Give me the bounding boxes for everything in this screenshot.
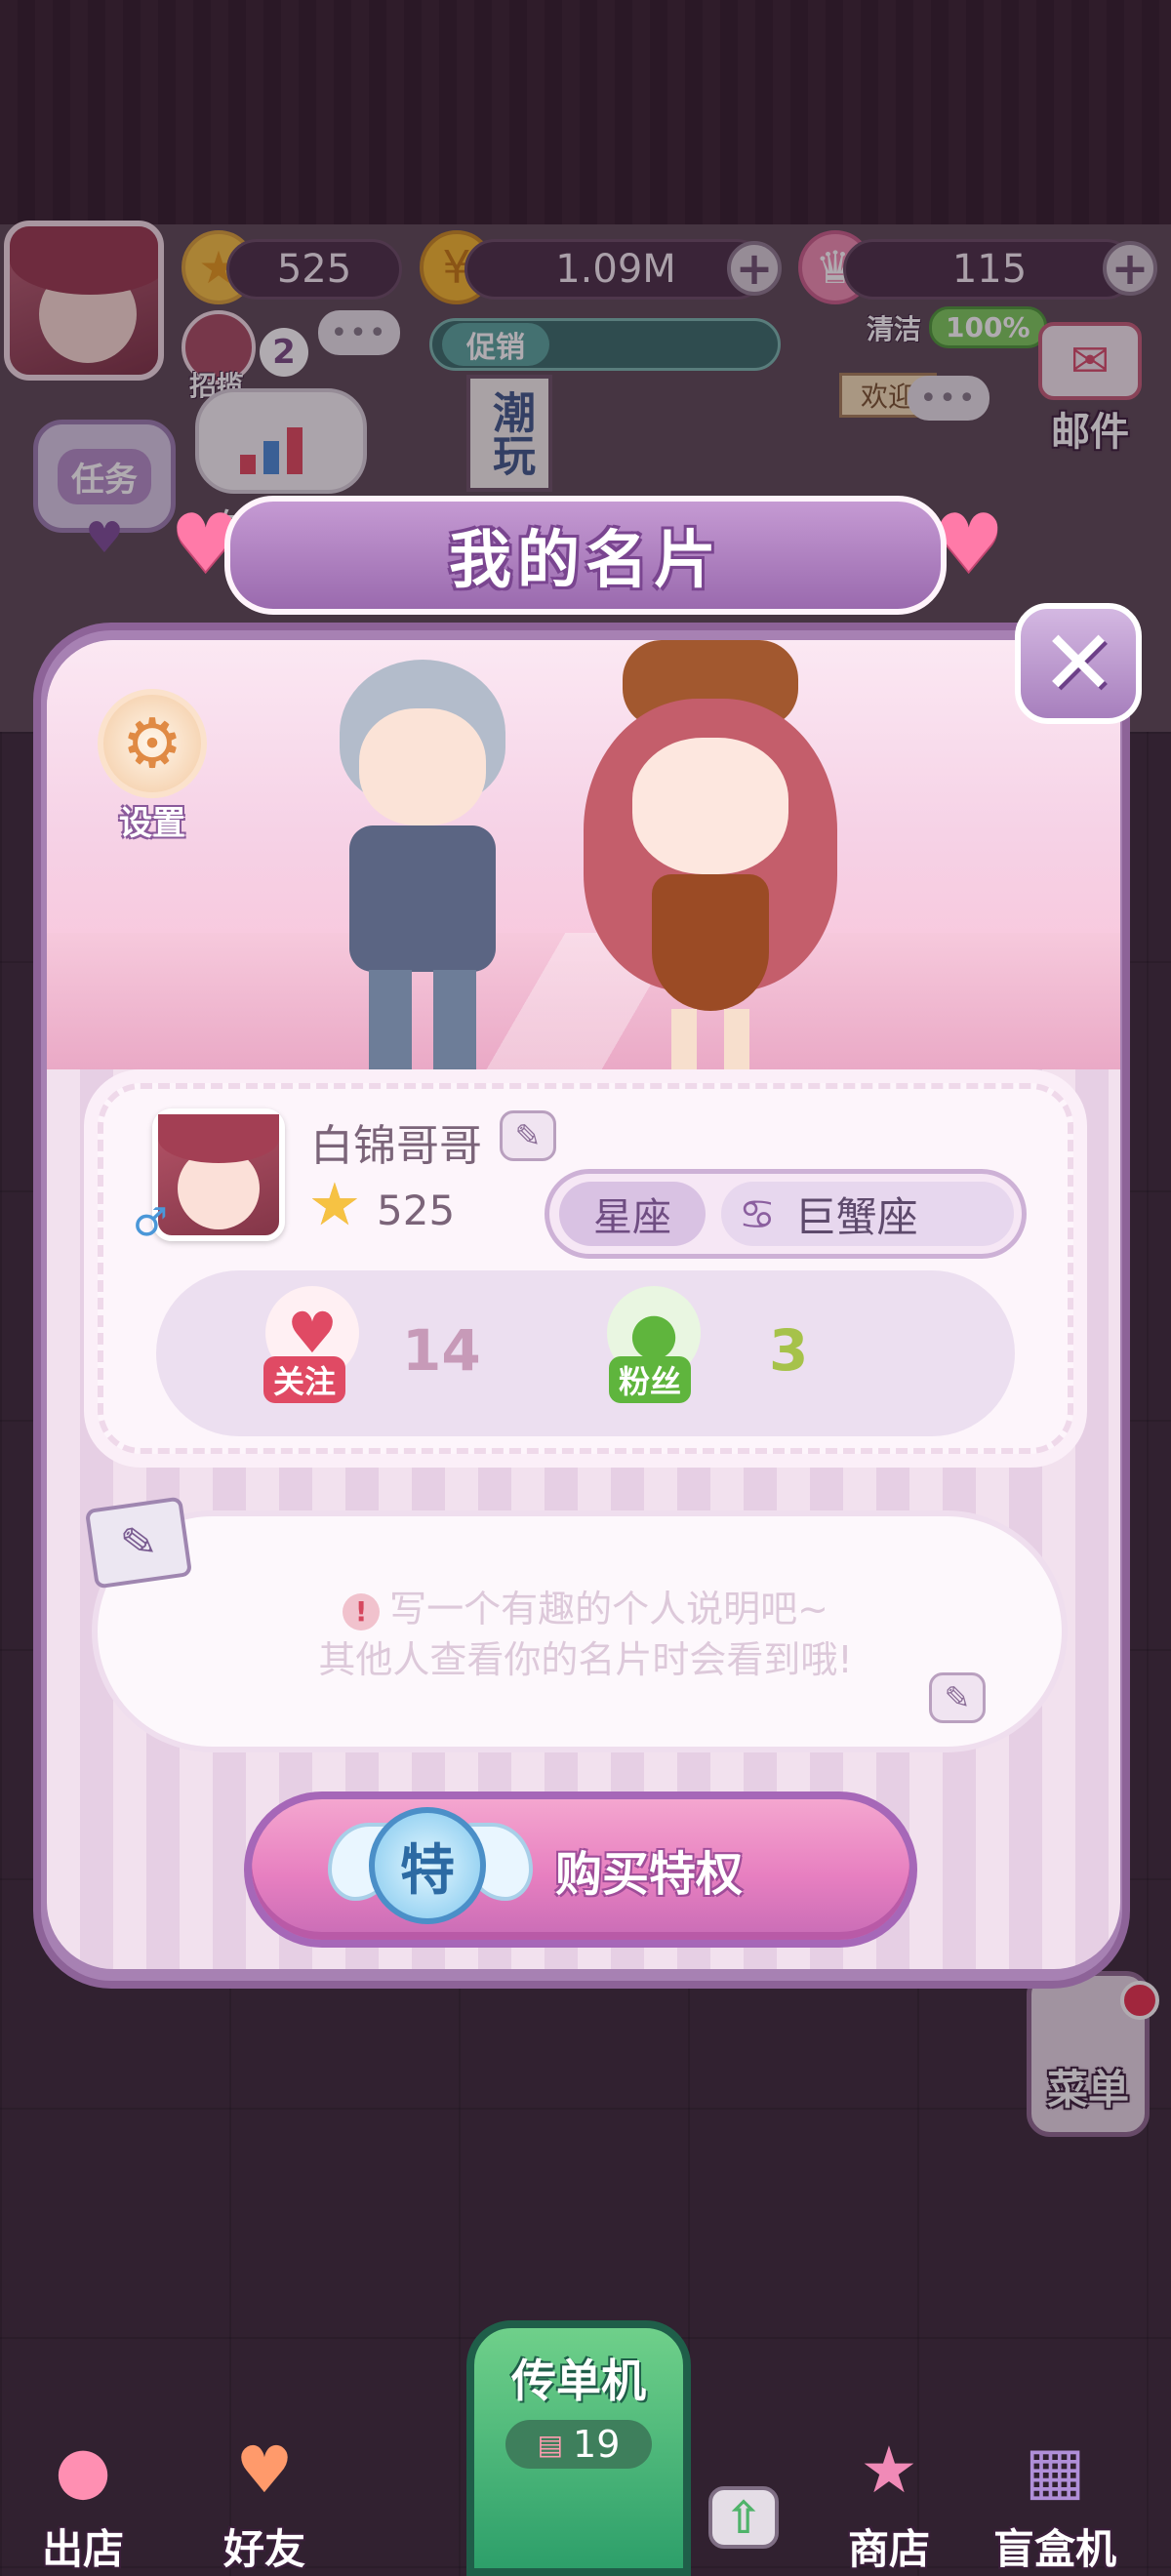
friends-label: 好友: [222, 2525, 305, 2573]
flyer-count-box: ▤ 19: [505, 2420, 652, 2469]
balloons-icon: ●: [55, 2432, 111, 2508]
zodiac-value-box: ♋ 巨蟹座: [721, 1182, 1014, 1246]
settings-label: 设置: [119, 804, 185, 843]
signature-placeholder-line2: 其他人查看你的名片时会看到哦!: [318, 1638, 853, 1681]
shop-label: 商店: [847, 2525, 930, 2573]
fans-label: 粉丝: [609, 1356, 692, 1403]
buy-privilege-label: 购买特权: [554, 1847, 743, 1902]
zodiac-tag: 星座: [559, 1182, 706, 1246]
exit-shop-button[interactable]: ● 出店: [20, 2411, 146, 2576]
edit-signature-icon[interactable]: ✎: [929, 1672, 986, 1723]
flyer-label: 传单机: [511, 2355, 646, 2407]
privilege-badge-icon: 特: [369, 1807, 486, 1924]
profile-avatar[interactable]: [152, 1108, 285, 1241]
blindbox-machine-button[interactable]: ▦ 盲盒机: [991, 2411, 1118, 2576]
flyer-machine-button[interactable]: 传单机 ▤ 19: [466, 2320, 691, 2576]
zodiac-value: 巨蟹座: [794, 1192, 918, 1241]
close-icon: ✕: [1040, 611, 1116, 715]
upgrade-arrow-button[interactable]: ⇧: [708, 2486, 779, 2549]
blindbox-label: 盲盒机: [992, 2525, 1116, 2573]
fans-count: 3: [769, 1317, 809, 1384]
gear-icon: ⚙: [98, 689, 207, 798]
zodiac-selector[interactable]: 星座 ♋ 巨蟹座: [545, 1169, 1027, 1259]
dialog-title: 我的名片: [449, 525, 722, 597]
notepad-pencil-icon: ✎: [84, 1496, 193, 1590]
settings-button[interactable]: ⚙ 设置: [94, 689, 211, 845]
dialog-title-ribbon: 我的名片: [224, 496, 947, 615]
flyer-ticket-icon: ▤: [537, 2428, 564, 2461]
vending-machine-icon: ▦: [1024, 2432, 1086, 2508]
exit-shop-label: 出店: [41, 2525, 124, 2573]
profile-name: 白锦哥哥: [310, 1121, 482, 1171]
signature-placeholder-line1: ! 写一个有趣的个人说明吧~: [195, 1579, 976, 1632]
shop-button[interactable]: ★ 商店: [826, 2411, 952, 2576]
male-character: [310, 660, 525, 1087]
follow-label: 关注: [263, 1356, 346, 1403]
edit-name-icon[interactable]: ✎: [500, 1110, 556, 1161]
female-character: [564, 640, 857, 1089]
male-gender-icon: ♂: [133, 1200, 168, 1245]
star-score-icon: ★: [308, 1171, 361, 1239]
shop-stall-icon: ★: [860, 2432, 918, 2508]
follow-count: 14: [402, 1317, 481, 1384]
warning-icon: !: [343, 1592, 381, 1630]
friends-heart-icon: ♥: [235, 2432, 294, 2508]
close-button[interactable]: ✕: [1015, 603, 1142, 724]
friends-button[interactable]: ♥ 好友: [201, 2411, 328, 2576]
flyer-count: 19: [573, 2423, 621, 2466]
profile-score: 525: [377, 1187, 456, 1234]
cancer-sign-icon: ♋: [739, 1189, 776, 1238]
